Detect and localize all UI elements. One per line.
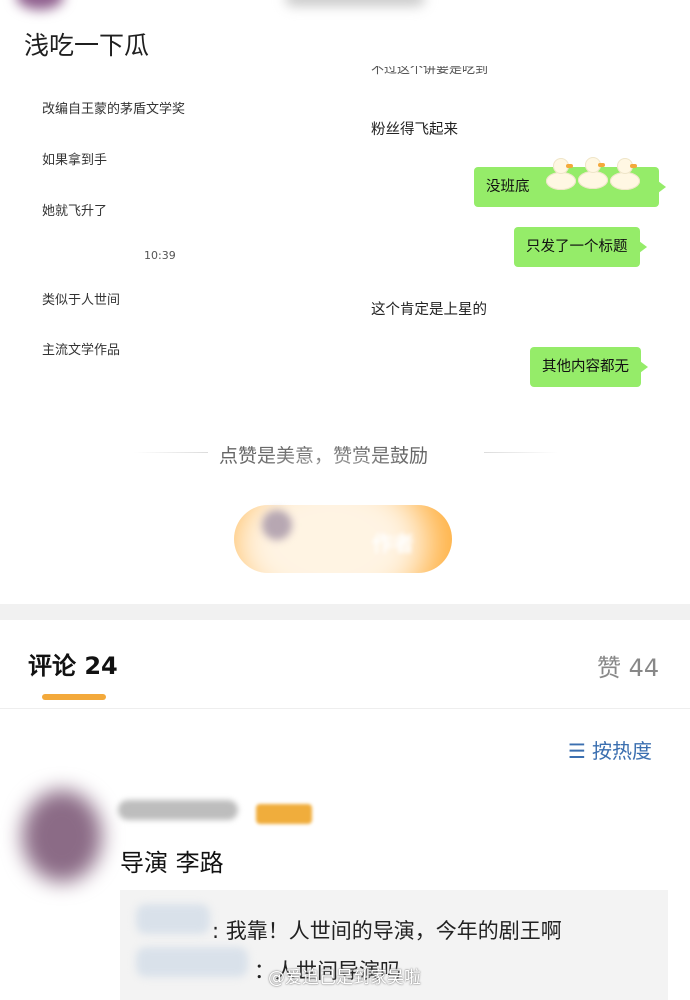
comment-text: 导演 李路: [120, 849, 224, 877]
chat-message-left: 类似于人世间: [42, 293, 121, 308]
chat-bubble-outgoing: 只发了一个标题: [514, 227, 646, 267]
reward-avatar-blurred: [262, 510, 292, 540]
tab-active-indicator: [42, 694, 106, 700]
tab-comments[interactable]: 评论 24: [28, 646, 118, 681]
commenter-badge: [256, 804, 312, 824]
reply-text: : 我靠！人世间的导演，今年的剧王啊: [212, 919, 562, 943]
chat-message-right: 粉丝得飞起来: [371, 122, 458, 138]
reward-label-blurred[interactable]: 作者: [372, 528, 414, 558]
tab-likes[interactable]: 赞 44: [597, 648, 659, 683]
section-separator: [0, 604, 690, 620]
sort-label: 按热度: [592, 739, 652, 763]
praise-text: 点赞是美意，赞赏是鼓励: [219, 445, 429, 467]
chat-message-left: 如果拿到手: [42, 153, 108, 168]
chat-bubble-text: 没班底: [486, 179, 530, 195]
duck-sticker-icon: [608, 158, 642, 190]
chat-message-right-partial: 不过这个讲要是吃到: [371, 62, 489, 77]
chat-message-left: 主流文学作品: [42, 343, 121, 358]
chat-bubble-with-ducks: 没班底: [474, 157, 666, 209]
divider-right: [484, 452, 558, 453]
sort-icon: ☰: [568, 739, 586, 763]
header-divider: [0, 708, 690, 709]
commenter-name-blurred[interactable]: [118, 800, 238, 820]
chat-message-left: 她就飞升了: [42, 204, 108, 219]
chat-timestamp: 10:39: [144, 249, 176, 262]
author-name-blurred[interactable]: [285, 0, 425, 6]
reply-author-blurred: [136, 904, 210, 934]
chat-bubble-outgoing: 其他内容都无: [530, 347, 648, 387]
avatar[interactable]: [22, 790, 102, 882]
chat-message-left: 改编自王蒙的茅盾文学奖: [42, 102, 186, 117]
sort-button[interactable]: ☰ 按热度: [568, 735, 652, 764]
divider-left: [134, 452, 208, 453]
author-avatar[interactable]: [16, 0, 64, 10]
chat-message-right: 这个肯定是上星的: [371, 302, 487, 318]
post-title: 浅吃一下瓜: [24, 31, 150, 60]
watermark: @爱追己是到家吴啦: [268, 968, 421, 988]
duck-sticker-icon: [544, 158, 578, 190]
duck-sticker-icon: [576, 157, 610, 189]
reply-author-blurred: [136, 947, 248, 977]
